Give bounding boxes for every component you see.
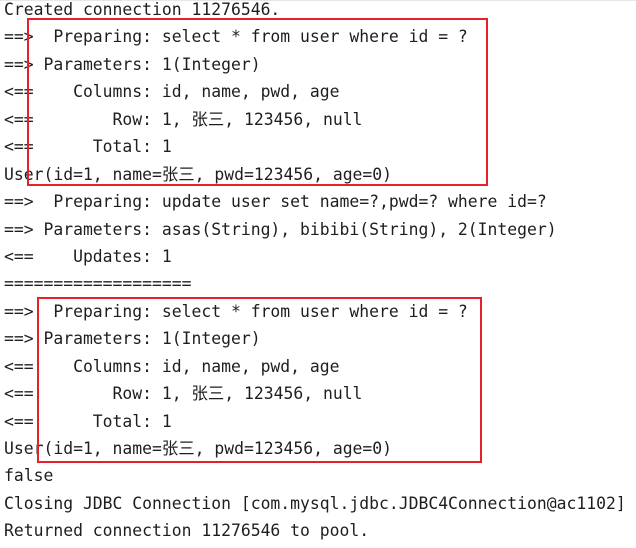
log-line: Returned connection 11276546 to pool. bbox=[4, 521, 370, 541]
log-line: Closing JDBC Connection [com.mysql.jdbc.… bbox=[4, 493, 626, 513]
log-line: false bbox=[4, 466, 54, 486]
log-separator: =================== bbox=[4, 274, 192, 294]
log-line: <== Updates: 1 bbox=[4, 246, 172, 266]
highlight-box-first-query bbox=[27, 18, 488, 186]
log-line: ==> Parameters: asas(String), bibibi(Str… bbox=[4, 219, 557, 239]
log-line: ==> Preparing: update user set name=?,pw… bbox=[4, 192, 547, 212]
highlight-box-second-query bbox=[37, 297, 482, 463]
